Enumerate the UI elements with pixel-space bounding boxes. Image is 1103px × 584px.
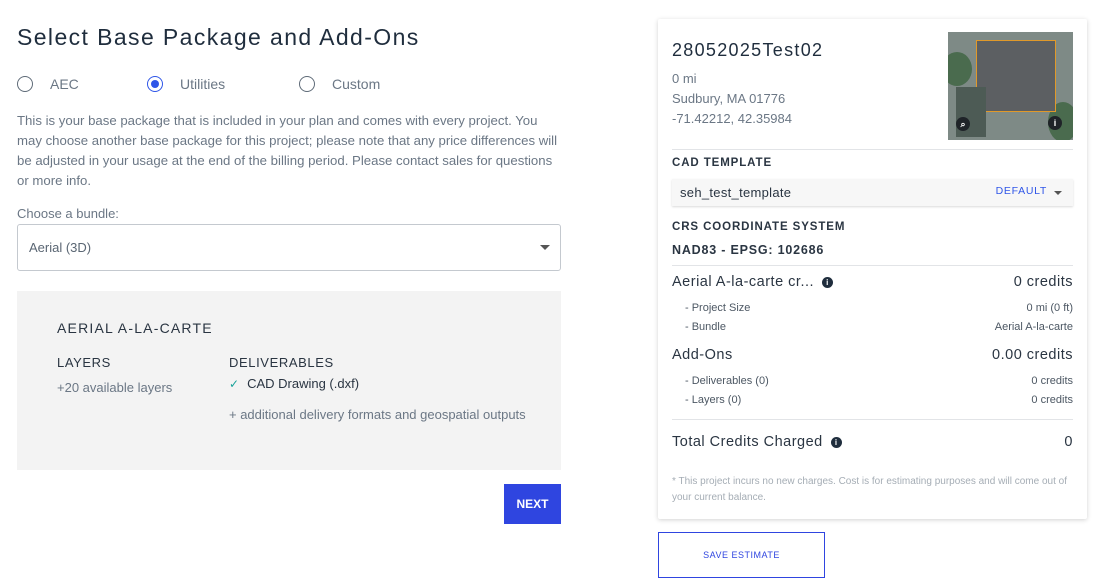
radio-custom[interactable]: Custom bbox=[299, 76, 380, 92]
radio-circle[interactable] bbox=[299, 76, 315, 92]
base-credits-value: 0 credits bbox=[1013, 274, 1073, 290]
total-value: 0 bbox=[1064, 434, 1073, 450]
total-label-wrap: Total Credits Charged i bbox=[672, 434, 842, 450]
tree-shape bbox=[948, 52, 972, 86]
layers-count: +20 available layers bbox=[57, 380, 173, 395]
radio-label: AEC bbox=[50, 76, 79, 92]
cad-template-value: seh_test_template bbox=[680, 185, 792, 200]
estimate-footnote: * This project incurs no new charges. Co… bbox=[672, 476, 1067, 503]
deliverables-heading: DELIVERABLES bbox=[229, 355, 334, 370]
next-button[interactable]: NEXT bbox=[504, 484, 561, 524]
addons-value: 0.00 credits bbox=[992, 347, 1073, 363]
deliverables-row: - Deliverables (0) 0 credits bbox=[672, 375, 1073, 391]
radio-circle[interactable] bbox=[147, 76, 163, 92]
divider bbox=[672, 265, 1073, 266]
deliverables-row-value: 0 credits bbox=[1031, 375, 1073, 387]
base-credits-label-wrap: Aerial A-la-carte cr... i bbox=[672, 274, 834, 290]
addons-row: Add-Ons 0.00 credits bbox=[672, 347, 1073, 367]
project-distance: 0 mi bbox=[672, 71, 697, 86]
check-icon: ✓ bbox=[229, 376, 240, 391]
deliverables-row-label: - Deliverables (0) bbox=[685, 375, 769, 387]
radio-circle[interactable] bbox=[17, 76, 33, 92]
layers-row-label: - Layers (0) bbox=[685, 394, 742, 406]
default-badge: DEFAULT bbox=[995, 185, 1047, 197]
bundle-label: Choose a bundle: bbox=[17, 206, 119, 221]
addons-label: Add-Ons bbox=[672, 347, 733, 363]
project-summary-card: 28052025Test02 0 mi Sudbury, MA 01776 -7… bbox=[658, 19, 1087, 519]
search-icon[interactable]: ⌕ bbox=[956, 117, 970, 131]
bundle-row-value: Aerial A-la-carte bbox=[994, 321, 1073, 333]
page-title: Select Base Package and Add-Ons bbox=[17, 24, 420, 50]
project-location: Sudbury, MA 01776 bbox=[672, 91, 786, 106]
divider bbox=[672, 419, 1073, 420]
cad-template-heading: CAD TEMPLATE bbox=[672, 157, 773, 169]
project-size-label: - Project Size bbox=[685, 302, 751, 314]
bundle-select-value: Aerial (3D) bbox=[29, 240, 92, 255]
roof-shape bbox=[976, 40, 1056, 112]
deliverables-more: + additional delivery formats and geospa… bbox=[229, 407, 526, 422]
crs-value: NAD83 - EPSG: 102686 bbox=[672, 243, 825, 257]
project-coordinates: -71.42212, 42.35984 bbox=[672, 111, 792, 126]
base-credits-label: Aerial A-la-carte cr... bbox=[672, 274, 815, 290]
bundle-row: - Bundle Aerial A-la-carte bbox=[672, 321, 1073, 337]
project-size-row: - Project Size 0 mi (0 ft) bbox=[672, 302, 1073, 318]
radio-label: Custom bbox=[332, 76, 381, 92]
layers-row-value: 0 credits bbox=[1031, 394, 1073, 406]
divider bbox=[672, 149, 1073, 150]
info-icon[interactable]: i bbox=[1048, 116, 1062, 130]
layers-heading: LAYERS bbox=[57, 355, 111, 370]
package-title: AERIAL A-LA-CARTE bbox=[57, 320, 213, 336]
deliverable-label: CAD Drawing (.dxf) bbox=[247, 376, 360, 391]
base-credits-row: Aerial A-la-carte cr... i 0 credits bbox=[672, 274, 1073, 294]
bundle-row-label: - Bundle bbox=[685, 321, 726, 333]
package-details-card: AERIAL A-LA-CARTE LAYERS DELIVERABLES +2… bbox=[17, 291, 561, 470]
package-radio-group: AEC Utilities Custom bbox=[17, 76, 561, 96]
save-estimate-button[interactable]: SAVE ESTIMATE bbox=[658, 532, 825, 578]
total-row: Total Credits Charged i 0 bbox=[672, 434, 1073, 454]
chevron-down-icon bbox=[1054, 191, 1062, 195]
info-icon[interactable]: i bbox=[822, 276, 834, 288]
package-description: This is your base package that is includ… bbox=[17, 113, 558, 188]
crs-heading: CRS COORDINATE SYSTEM bbox=[672, 221, 846, 233]
deliverable-item: ✓ CAD Drawing (.dxf) bbox=[229, 376, 359, 391]
project-size-value: 0 mi (0 ft) bbox=[1026, 302, 1073, 314]
radio-utilities[interactable]: Utilities bbox=[147, 76, 225, 92]
aerial-thumbnail[interactable]: ⌕ i bbox=[948, 32, 1073, 140]
layers-row: - Layers (0) 0 credits bbox=[672, 394, 1073, 410]
bundle-select[interactable]: Aerial (3D) bbox=[17, 224, 561, 271]
radio-aec[interactable]: AEC bbox=[17, 76, 79, 92]
total-label: Total Credits Charged bbox=[672, 434, 823, 450]
info-icon[interactable]: i bbox=[830, 436, 842, 448]
project-name: 28052025Test02 bbox=[672, 40, 824, 60]
radio-label: Utilities bbox=[180, 76, 226, 92]
chevron-down-icon bbox=[540, 245, 550, 250]
cad-template-select[interactable]: seh_test_template DEFAULT bbox=[672, 179, 1073, 206]
